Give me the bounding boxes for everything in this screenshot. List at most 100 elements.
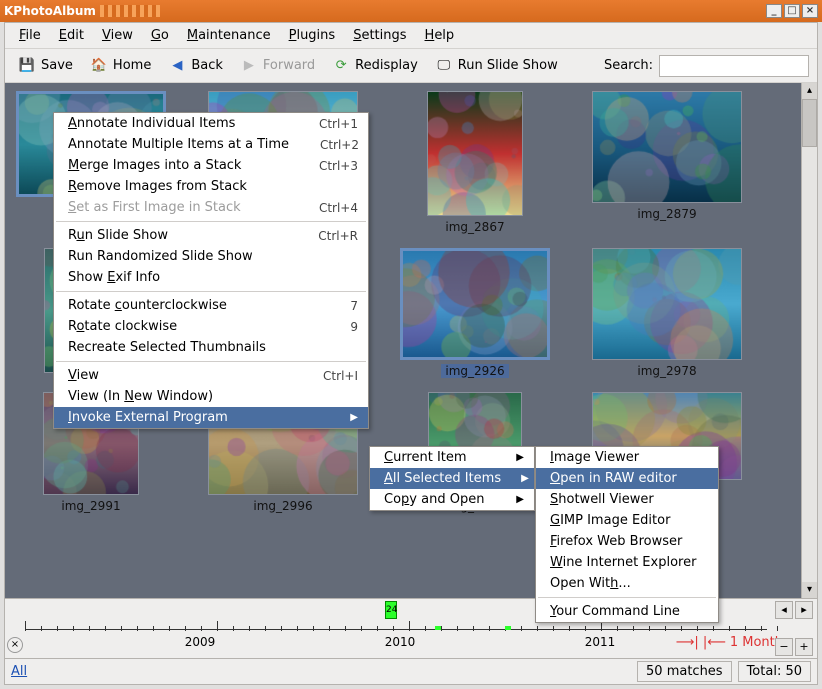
menu-item-label: View [68,368,288,383]
menu-settings[interactable]: Settings [345,25,414,46]
menu-item[interactable]: Run Slide ShowCtrl+R [54,225,368,246]
menu-item[interactable]: Your Command Line [536,601,718,622]
menu-view[interactable]: View [94,25,141,46]
menu-item[interactable]: Open in RAW editor [536,468,718,489]
slideshow-button[interactable]: 🖵 Run Slide Show [430,54,562,78]
total-count: Total: 50 [738,661,811,682]
timeline-zoom-out-button[interactable]: − [775,638,793,656]
vertical-scrollbar[interactable]: ▴ ▾ [801,83,817,598]
thumbnail-cell[interactable]: img_2879 [591,91,743,234]
timeline-close-button[interactable]: × [7,637,23,653]
scroll-up-button[interactable]: ▴ [802,83,817,99]
menu-shortcut: Ctrl+1 [308,117,358,131]
menu-item-label: Open in RAW editor [550,471,708,486]
save-label: Save [41,58,73,73]
menu-plugins[interactable]: Plugins [281,25,344,46]
menu-item[interactable]: Shotwell Viewer [536,489,718,510]
context-menu-programs[interactable]: Image Viewer Open in RAW editor Shotwell V… [535,446,719,623]
thumbnail-label: img_2978 [637,364,696,378]
timeline-next-button[interactable]: ▸ [795,601,813,619]
thumbnail-cell[interactable]: img_2867 [399,91,551,234]
scroll-down-button[interactable]: ▾ [802,582,817,598]
menu-item[interactable]: Invoke External Program▶ [54,407,368,428]
menu-item-label: View (In New Window) [68,389,358,404]
breadcrumb[interactable]: All [11,664,27,679]
menu-item-label: Annotate Individual Items [68,116,288,131]
home-icon: 🏠 [89,56,109,76]
save-icon: 💾 [17,56,37,76]
menu-edit[interactable]: Edit [51,25,92,46]
menu-item-label: Your Command Line [550,604,708,619]
timeline-year: 2011 [585,635,616,649]
menu-item[interactable]: Copy and Open▶ [370,489,534,510]
thumb-image [428,92,522,215]
menu-item-label: Rotate clockwise [68,319,288,334]
menu-item-label: Wine Internet Explorer [550,555,708,570]
menu-item[interactable]: Open With... [536,573,718,594]
menu-item-label: Set as First Image in Stack [68,200,288,215]
back-button[interactable]: ◀ Back [163,54,227,78]
redisplay-button[interactable]: ⟳ Redisplay [327,54,422,78]
menu-bar: File Edit View Go Maintenance Plugins Se… [5,23,817,49]
menu-item-label: Rotate counterclockwise [68,298,288,313]
thumbnail-label: img_2926 [441,364,508,378]
save-button[interactable]: 💾 Save [13,54,77,78]
minimize-button[interactable]: _ [766,4,782,18]
menu-go[interactable]: Go [143,25,177,46]
thumbnail-label: img_2879 [637,207,696,221]
menu-item[interactable]: Current Item▶ [370,447,534,468]
maximize-button[interactable]: □ [784,4,800,18]
context-menu-main[interactable]: Annotate Individual ItemsCtrl+1Annotate … [53,112,369,429]
menu-help[interactable]: Help [417,25,463,46]
menu-item[interactable]: View (In New Window) [54,386,368,407]
menu-item-label: Annotate Multiple Items at a Time [68,137,289,152]
back-label: Back [191,58,223,73]
home-button[interactable]: 🏠 Home [85,54,155,78]
scroll-track[interactable] [802,99,817,582]
menu-item[interactable]: Rotate counterclockwise7 [54,295,368,316]
menu-separator [56,291,366,292]
forward-button[interactable]: ▶ Forward [235,54,319,78]
menu-item[interactable]: Recreate Selected Thumbnails [54,337,368,358]
menu-item[interactable]: Annotate Individual Items Ctrl+1 [54,113,368,134]
slideshow-icon: 🖵 [434,56,454,76]
timeline-zoom-in-button[interactable]: + [795,638,813,656]
menu-item-label: Remove Images from Stack [68,179,358,194]
timeline-prev-button[interactable]: ◂ [775,601,793,619]
thumb-image [593,92,741,202]
menu-item[interactable]: Show Exif Info [54,267,368,288]
search-input[interactable] [659,55,809,77]
menu-file[interactable]: File [11,25,49,46]
match-count: 50 matches [637,661,732,682]
scroll-handle[interactable] [802,99,817,147]
redisplay-icon: ⟳ [331,56,351,76]
menu-shortcut: 9 [308,320,358,334]
context-menu-invoke[interactable]: Current Item▶All Selected Items▶Copy and… [369,446,535,511]
timeline-year: 2010 [385,635,416,649]
menu-shortcut: Ctrl+R [308,229,358,243]
redisplay-label: Redisplay [355,58,418,73]
menu-item[interactable]: Merge Images into a StackCtrl+3 [54,155,368,176]
menu-item[interactable]: Image Viewer [536,447,718,468]
thumbnail-cell[interactable]: img_2978 [591,248,743,378]
thumbnail-cell[interactable]: img_2926 [399,248,551,378]
menu-item[interactable]: Rotate clockwise 9 [54,316,368,337]
menu-maintenance[interactable]: Maintenance [179,25,279,46]
close-button[interactable]: × [802,4,818,18]
menu-item[interactable]: GIMP Image Editor [536,510,718,531]
menu-item[interactable]: Annotate Multiple Items at a TimeCtrl+2 [54,134,368,155]
menu-item[interactable]: Firefox Web Browser [536,531,718,552]
back-icon: ◀ [167,56,187,76]
forward-icon: ▶ [239,56,259,76]
menu-item-label: Open With... [550,576,708,591]
menu-shortcut: Ctrl+4 [308,201,358,215]
toolbar: 💾 Save 🏠 Home ◀ Back ▶ Forward ⟳ Redispl… [5,49,817,83]
menu-item[interactable]: All Selected Items▶ [370,468,534,489]
menu-item[interactable]: ViewCtrl+I [54,365,368,386]
menu-item[interactable]: Wine Internet Explorer [536,552,718,573]
menu-item[interactable]: Remove Images from Stack [54,176,368,197]
timeline-range-label: ⟶||⟵ 1 Month [676,635,783,650]
timeline-marker[interactable]: 24 [385,601,397,619]
menu-item[interactable]: Run Randomized Slide Show [54,246,368,267]
thumb-image [403,251,547,357]
